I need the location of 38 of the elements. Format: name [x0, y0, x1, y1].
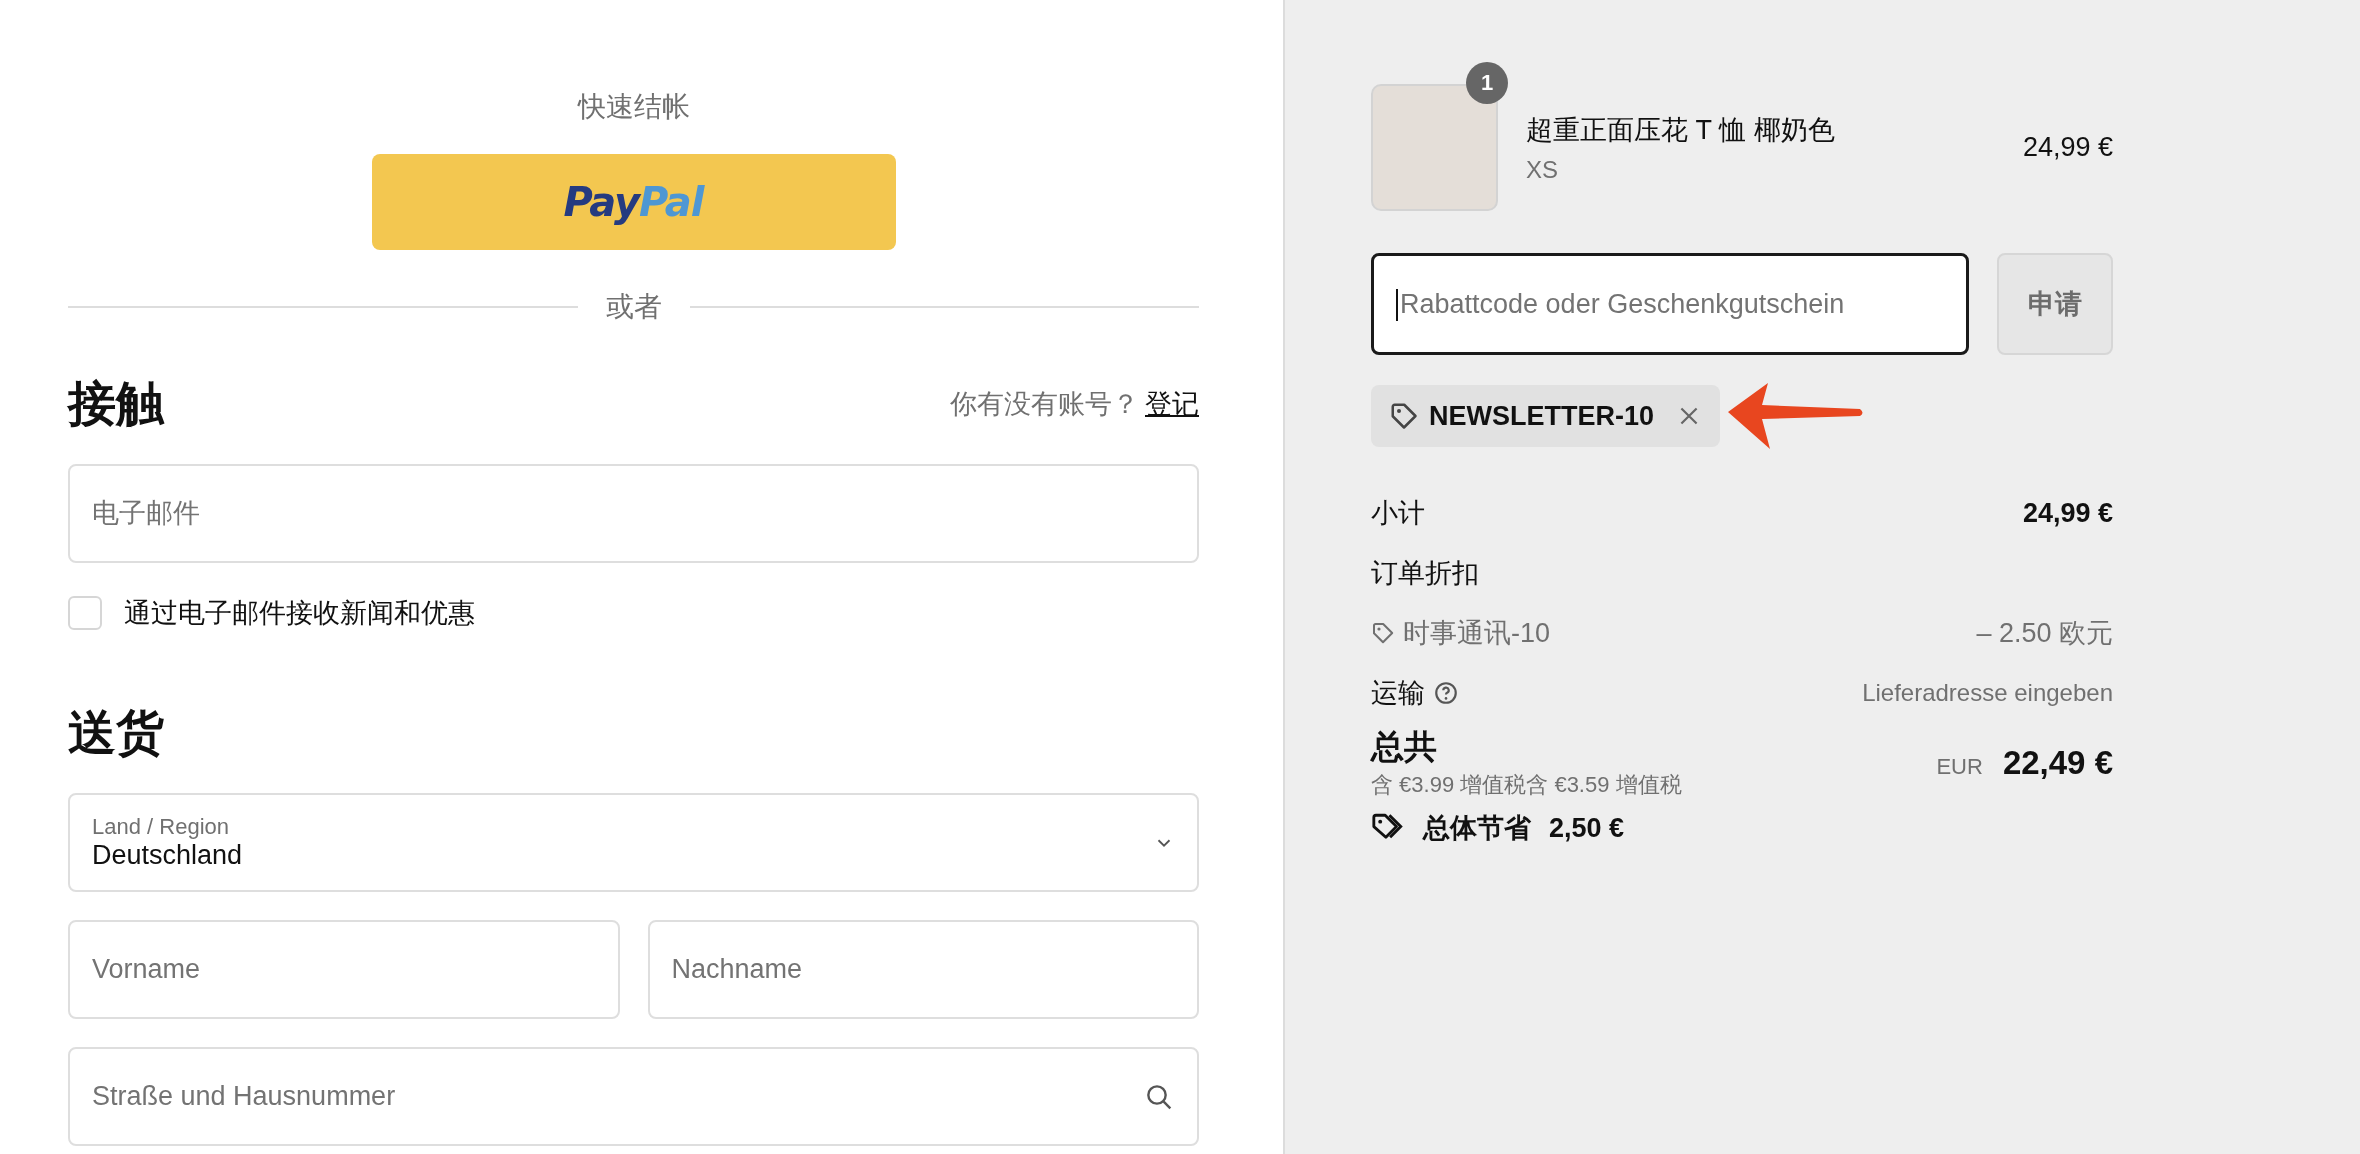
total-value: 22,49 € — [2002, 743, 2113, 782]
product-variant: XS — [1526, 155, 1559, 184]
subtotal-value: 24,99 € — [2022, 497, 2113, 529]
checkbox-label: 通过电子邮件接收新闻和优惠 — [124, 597, 475, 630]
express-checkout-title: 快速结帐 — [576, 90, 691, 124]
tax-note: 含 €3.99 增值税含 €3.59 增值税 — [1371, 771, 1682, 799]
total-label: 总共 — [1371, 727, 1438, 767]
login-link[interactable]: 登记 — [1145, 386, 1199, 422]
discount-code: NEWSLETTER-10 — [1429, 400, 1655, 432]
select-label: Land / Region — [92, 814, 230, 840]
tag-icon — [1389, 401, 1419, 431]
product-price: 24,99 € — [2022, 132, 2113, 163]
subtotal-label: 小计 — [1371, 497, 1425, 530]
tag-icon — [1371, 621, 1395, 645]
quantity-badge: 1 — [1466, 62, 1508, 104]
or-divider-text: 或者 — [605, 290, 662, 324]
shipping-label: 运输 — [1371, 677, 1425, 710]
text-cursor — [1396, 289, 1398, 321]
select-value: Deutschland — [92, 840, 243, 871]
email-field[interactable]: 电子邮件 — [70, 466, 1197, 561]
first-name-field[interactable]: Vorname — [70, 922, 618, 1017]
street-field[interactable]: Straße und Hausnummer — [70, 1049, 1197, 1144]
currency-code: EUR — [1936, 753, 1983, 780]
country-select[interactable]: Land / Region Deutschland — [68, 793, 1199, 892]
section-heading: 送货 — [68, 705, 165, 761]
section-heading: 接触 — [68, 376, 164, 432]
savings-label: 总体节省 — [1423, 812, 1531, 845]
product-name: 超重正面压花 T 恤 椰奶色 — [1526, 113, 1836, 147]
help-icon — [1433, 680, 1459, 706]
order-discount-label: 订单折扣 — [1371, 557, 1479, 590]
shipping-value: Lieferadresse eingeben — [1862, 679, 2113, 707]
paypal-button[interactable]: PayPal — [371, 154, 896, 250]
checkbox[interactable] — [68, 596, 102, 630]
discount-amount: – 2.50 欧元 — [1976, 617, 2113, 650]
last-name-field[interactable]: Nachname — [649, 922, 1197, 1017]
savings-value: 2,50 € — [1549, 812, 1625, 844]
discount-name: 时事通讯-10 — [1403, 617, 1551, 650]
account-prompt: 你有没有账号？ — [950, 388, 1139, 421]
